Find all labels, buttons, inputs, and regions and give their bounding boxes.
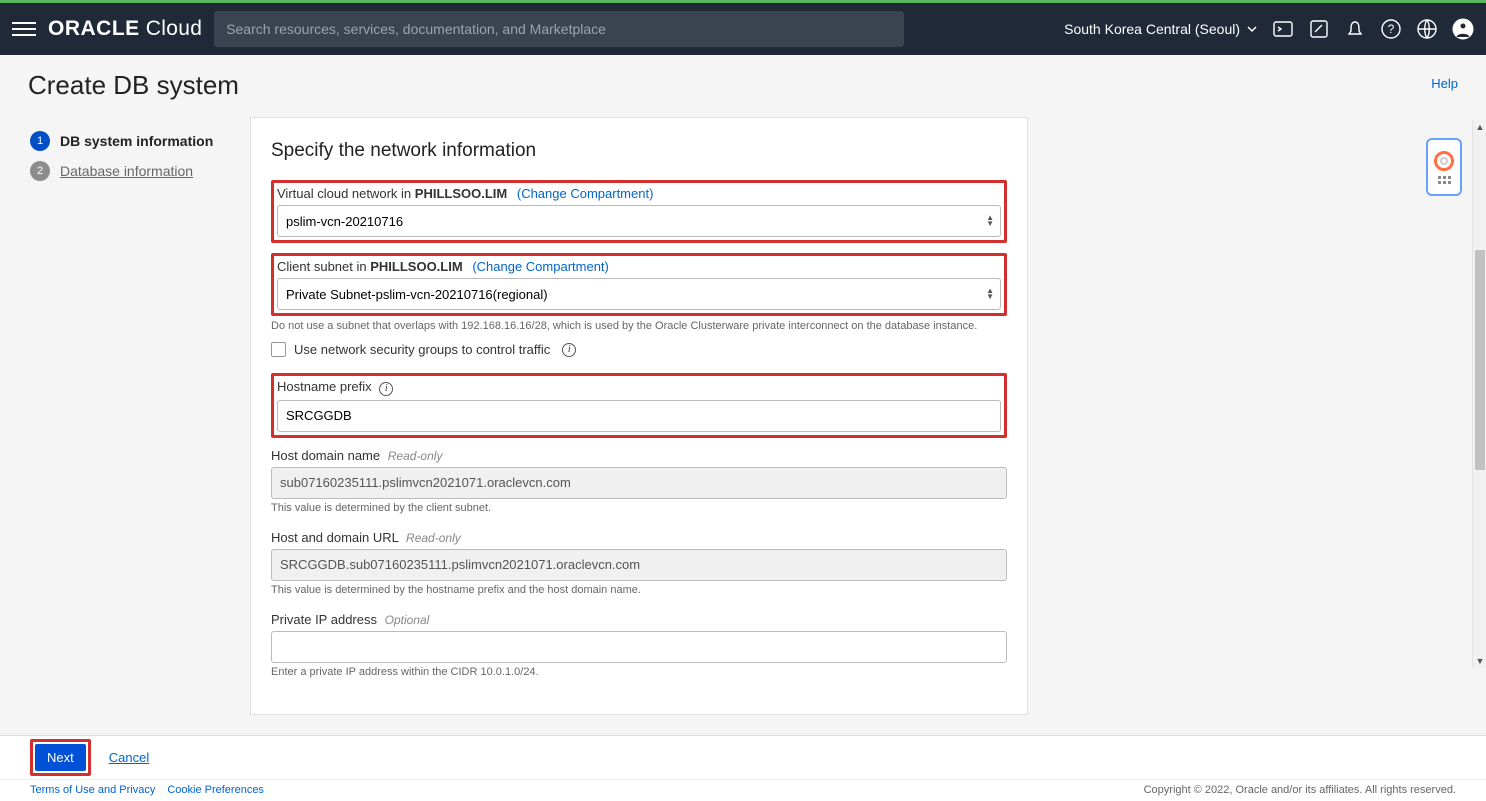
step-database-information[interactable]: 2 Database information: [30, 161, 230, 181]
host-url-input: [271, 549, 1007, 581]
panel-heading: Specify the network information: [271, 140, 1007, 162]
nsg-checkbox-label: Use network security groups to control t…: [294, 342, 550, 357]
host-domain-label: Host domain name Read-only: [271, 448, 1007, 463]
highlight-subnet: Client subnet in PHILLSOO.LIM (Change Co…: [271, 253, 1007, 316]
private-ip-helper: Enter a private IP address within the CI…: [271, 666, 1007, 678]
drag-handle-icon: [1438, 176, 1451, 184]
highlight-hostname: Hostname prefix i: [271, 373, 1007, 438]
host-domain-helper: This value is determined by the client s…: [271, 502, 1007, 514]
oracle-cloud-logo: ORACLE Cloud: [48, 17, 202, 41]
copyright-text: Copyright © 2022, Oracle and/or its affi…: [1144, 784, 1456, 796]
nsg-checkbox-row[interactable]: Use network security groups to control t…: [271, 342, 1007, 357]
step-db-system-information[interactable]: 1 DB system information: [30, 131, 230, 151]
info-icon[interactable]: i: [562, 343, 576, 357]
svg-text:?: ?: [1388, 22, 1395, 36]
globe-language-icon[interactable]: [1416, 18, 1438, 40]
vcn-selected-value: pslim-vcn-20210716: [286, 214, 403, 229]
step-label-2: Database information: [60, 163, 193, 179]
client-subnet-select[interactable]: Private Subnet-pslim-vcn-20210716(region…: [277, 278, 1001, 310]
hostname-label: Hostname prefix i: [277, 379, 1001, 396]
nsg-checkbox[interactable]: [271, 342, 286, 357]
topbar: ORACLE Cloud South Korea Central (Seoul)…: [0, 3, 1486, 55]
select-caret-icon: ▲▼: [986, 215, 994, 227]
scroll-down-arrow-icon[interactable]: ▼: [1473, 654, 1486, 668]
private-ip-label: Private IP address Optional: [271, 612, 1007, 627]
wizard-steps-sidebar: 1 DB system information 2 Database infor…: [0, 109, 250, 735]
subnet-helper-text: Do not use a subnet that overlaps with 1…: [271, 320, 1007, 332]
lifesaver-icon: [1434, 151, 1454, 171]
legal-footer: Terms of Use and Privacy Cookie Preferen…: [0, 779, 1486, 801]
private-ip-input[interactable]: [271, 631, 1007, 663]
help-icon[interactable]: ?: [1380, 18, 1402, 40]
page-header: Help Create DB system: [0, 55, 1486, 109]
network-information-panel: Specify the network information Virtual …: [250, 117, 1028, 715]
chevron-down-icon: [1246, 23, 1258, 35]
scrollbar[interactable]: ▲ ▼: [1472, 120, 1486, 668]
footer-actions: Next Cancel: [0, 735, 1486, 779]
edit-icon[interactable]: [1308, 18, 1330, 40]
vcn-select[interactable]: pslim-vcn-20210716 ▲▼: [277, 205, 1001, 237]
highlight-next-button: Next: [30, 739, 91, 776]
scroll-up-arrow-icon[interactable]: ▲: [1473, 120, 1486, 134]
terms-link[interactable]: Terms of Use and Privacy: [30, 784, 155, 796]
highlight-vcn: Virtual cloud network in PHILLSOO.LIM (C…: [271, 180, 1007, 243]
host-url-helper: This value is determined by the hostname…: [271, 584, 1007, 596]
vcn-label: Virtual cloud network in PHILLSOO.LIM (C…: [277, 186, 1001, 201]
hostname-prefix-input[interactable]: [277, 400, 1001, 432]
announcements-bell-icon[interactable]: [1344, 18, 1366, 40]
subnet-selected-value: Private Subnet-pslim-vcn-20210716(region…: [286, 287, 548, 302]
region-label: South Korea Central (Seoul): [1064, 21, 1240, 37]
host-url-label: Host and domain URL Read-only: [271, 530, 1007, 545]
subnet-label: Client subnet in PHILLSOO.LIM (Change Co…: [277, 259, 1001, 274]
help-link[interactable]: Help: [1431, 76, 1458, 91]
search-input[interactable]: [226, 21, 892, 37]
info-icon[interactable]: i: [379, 382, 393, 396]
subnet-change-compartment-link[interactable]: (Change Compartment): [472, 259, 609, 274]
support-floating-button[interactable]: [1426, 138, 1462, 196]
step-number-2: 2: [30, 161, 50, 181]
scrollbar-thumb[interactable]: [1475, 250, 1485, 470]
host-domain-input: [271, 467, 1007, 499]
global-search[interactable]: [214, 11, 904, 47]
region-selector[interactable]: South Korea Central (Seoul): [1064, 21, 1258, 37]
step-label-1: DB system information: [60, 133, 213, 149]
next-button[interactable]: Next: [35, 744, 86, 771]
cookie-preferences-link[interactable]: Cookie Preferences: [167, 784, 264, 796]
step-number-1: 1: [30, 131, 50, 151]
vcn-change-compartment-link[interactable]: (Change Compartment): [517, 186, 654, 201]
select-caret-icon: ▲▼: [986, 288, 994, 300]
page-title: Create DB system: [28, 70, 1458, 101]
user-profile-icon[interactable]: [1452, 18, 1474, 40]
hamburger-menu-icon[interactable]: [12, 17, 36, 41]
cloud-shell-icon[interactable]: [1272, 18, 1294, 40]
cancel-link[interactable]: Cancel: [109, 750, 149, 765]
